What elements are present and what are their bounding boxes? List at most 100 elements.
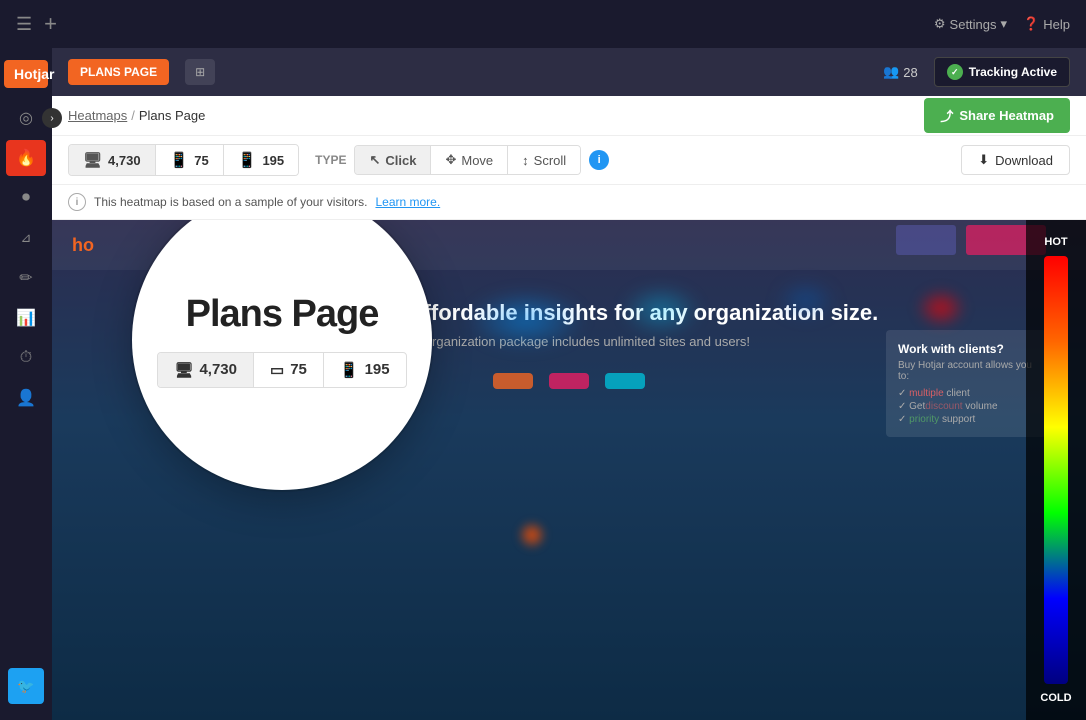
users-icon: 👤 — [16, 388, 36, 408]
page-content: Heatmaps / Plans Page ⤴ Share Heatmap 🖥 … — [52, 96, 1086, 720]
mag-mobile-btn: 📱 195 — [323, 353, 406, 387]
learn-more-link[interactable]: Learn more. — [375, 195, 440, 209]
help-label: Help — [1043, 17, 1070, 32]
sidebar: Hotjar › ◎ 🔥 ⏺ ⊿ ✏ 📊 ⏱ 👤 🐦 — [0, 48, 52, 720]
history-icon: ⏱ — [20, 349, 32, 367]
mag-tablet-count: 75 — [290, 361, 307, 378]
color-scale-bar — [1044, 256, 1068, 684]
heatmap-toolbar: 🖥 4,730 📱 75 📱 195 TYPE ↖ — [52, 136, 1086, 185]
scroll-icon: ↕ — [522, 153, 529, 168]
mag-desktop-btn: 🖥 4,730 — [158, 353, 253, 387]
sidebar-toggle-icon[interactable]: ☰ — [16, 14, 32, 35]
sample-notice-text: This heatmap is based on a sample of you… — [94, 195, 367, 209]
cold-label: COLD — [1040, 692, 1071, 704]
tablet-icon: 📱 — [170, 151, 189, 169]
content-area: PLANS PAGE ⊞ 👥 28 ✓ Tracking Active Heat… — [52, 48, 1086, 720]
click-icon: ↖ — [369, 152, 380, 168]
sim-btn-2 — [549, 373, 589, 389]
secondary-nav: PLANS PAGE ⊞ 👥 28 ✓ Tracking Active — [52, 48, 1086, 96]
breadcrumb: Heatmaps / Plans Page ⤴ Share Heatmap — [52, 96, 1086, 136]
mag-mobile-count: 195 — [365, 361, 390, 378]
tablet-count: 75 — [194, 153, 208, 168]
share-btn-label: Share Heatmap — [959, 108, 1054, 123]
mag-desktop-count: 4,730 — [199, 361, 237, 378]
question-icon: ❓ — [1023, 16, 1039, 32]
mobile-icon: 📱 — [238, 151, 257, 169]
mag-mobile-icon: 📱 — [340, 361, 359, 379]
mag-tablet-icon: ▭ — [270, 361, 284, 379]
settings-label: Settings — [950, 17, 997, 32]
mag-desktop-icon: 🖥 — [174, 361, 193, 379]
sidebar-expand-btn[interactable]: › — [42, 108, 62, 128]
tab-group: ↖ Click ✥ Move ↕ Scroll — [354, 145, 581, 175]
desktop-icon: 🖥 — [83, 151, 102, 169]
download-button[interactable]: ⬇ Download — [961, 145, 1070, 175]
users-nav-icon: 👥 — [883, 64, 899, 80]
hotjar-logo[interactable]: Hotjar — [4, 60, 48, 88]
settings-chevron: ▾ — [1001, 16, 1008, 32]
mobile-count: 195 — [262, 153, 284, 168]
main-layout: Hotjar › ◎ 🔥 ⏺ ⊿ ✏ 📊 ⏱ 👤 🐦 — [0, 48, 1086, 720]
move-icon: ✥ — [445, 152, 456, 168]
heatmap-display: Plans Page 🖥 4,730 ▭ 75 📱 — [52, 220, 1086, 720]
sim-btn-3 — [605, 373, 645, 389]
site-selector[interactable]: PLANS PAGE — [68, 59, 169, 85]
sidebar-bottom: 🐦 — [8, 660, 44, 708]
sim-btn-1 — [493, 373, 533, 389]
grid-icon: ⊞ — [195, 65, 205, 79]
color-scale: HOT COLD — [1026, 220, 1086, 720]
funnels-icon: ⊿ — [21, 230, 32, 246]
info-banner: i This heatmap is based on a sample of y… — [52, 185, 1086, 220]
dashboard-icon: ◎ — [19, 108, 33, 128]
download-icon: ⬇ — [978, 152, 989, 168]
twitter-button[interactable]: 🐦 — [8, 668, 44, 704]
click-label: Click — [385, 153, 416, 168]
desktop-count: 4,730 — [108, 153, 141, 168]
tracking-active-label: Tracking Active — [969, 65, 1057, 79]
magnified-device-group: 🖥 4,730 ▭ 75 📱 195 — [157, 352, 406, 388]
surveys-icon: ✏ — [19, 268, 32, 288]
top-nav-right: ⚙ Settings ▾ ❓ Help — [934, 16, 1070, 32]
add-icon[interactable]: + — [44, 11, 57, 37]
twitter-icon: 🐦 — [17, 678, 34, 695]
user-count-badge: 👥 28 — [883, 64, 918, 80]
sidebar-item-funnels[interactable]: ⊿ — [6, 220, 46, 256]
help-button[interactable]: ❓ Help — [1023, 16, 1070, 32]
analytics-icon: 📊 — [16, 308, 36, 328]
scroll-label: Scroll — [534, 153, 567, 168]
sim-buttons — [493, 373, 645, 389]
heatmap-icon: 🔥 — [16, 148, 36, 168]
top-nav-left: ☰ + — [16, 11, 57, 37]
device-group: 🖥 4,730 📱 75 📱 195 — [68, 144, 299, 176]
share-heatmap-button[interactable]: ⤴ Share Heatmap — [924, 98, 1070, 133]
scroll-tab[interactable]: ↕ Scroll — [507, 146, 580, 174]
mobile-device-button[interactable]: 📱 195 — [223, 145, 298, 175]
recordings-icon: ⏺ — [22, 189, 30, 207]
user-count-number: 28 — [903, 65, 917, 80]
sidebar-item-dashboard[interactable]: ◎ — [6, 100, 46, 136]
sidebar-item-recordings[interactable]: ⏺ — [6, 180, 46, 216]
breadcrumb-current: Plans Page — [139, 108, 206, 123]
breadcrumb-parent[interactable]: Heatmaps — [68, 108, 127, 123]
move-tab[interactable]: ✥ Move — [430, 146, 507, 174]
settings-button[interactable]: ⚙ Settings ▾ — [934, 16, 1007, 32]
share-icon: ⤴ — [940, 106, 953, 125]
tracking-dot: ✓ — [947, 64, 963, 80]
site-pages-button[interactable]: ⊞ — [185, 59, 215, 85]
sidebar-item-users[interactable]: 👤 — [6, 380, 46, 416]
sidebar-item-surveys[interactable]: ✏ — [6, 260, 46, 296]
info-button[interactable]: i — [589, 150, 609, 170]
magnified-page-title: Plans Page — [166, 293, 399, 336]
sidebar-item-history[interactable]: ⏱ — [6, 340, 46, 376]
clients-heading: Work with clients? — [898, 342, 1034, 356]
sidebar-item-heatmaps[interactable]: 🔥 — [6, 140, 46, 176]
tablet-device-button[interactable]: 📱 75 — [155, 145, 223, 175]
mag-tablet-btn: ▭ 75 — [253, 353, 323, 387]
sidebar-item-analytics[interactable]: 📊 — [6, 300, 46, 336]
move-label: Move — [461, 153, 493, 168]
breadcrumb-separator: / — [131, 108, 135, 123]
desktop-device-button[interactable]: 🖥 4,730 — [69, 145, 155, 175]
click-tab[interactable]: ↖ Click — [355, 146, 430, 174]
top-nav: ☰ + ⚙ Settings ▾ ❓ Help — [0, 0, 1086, 48]
sim-logo: ho — [72, 235, 94, 256]
